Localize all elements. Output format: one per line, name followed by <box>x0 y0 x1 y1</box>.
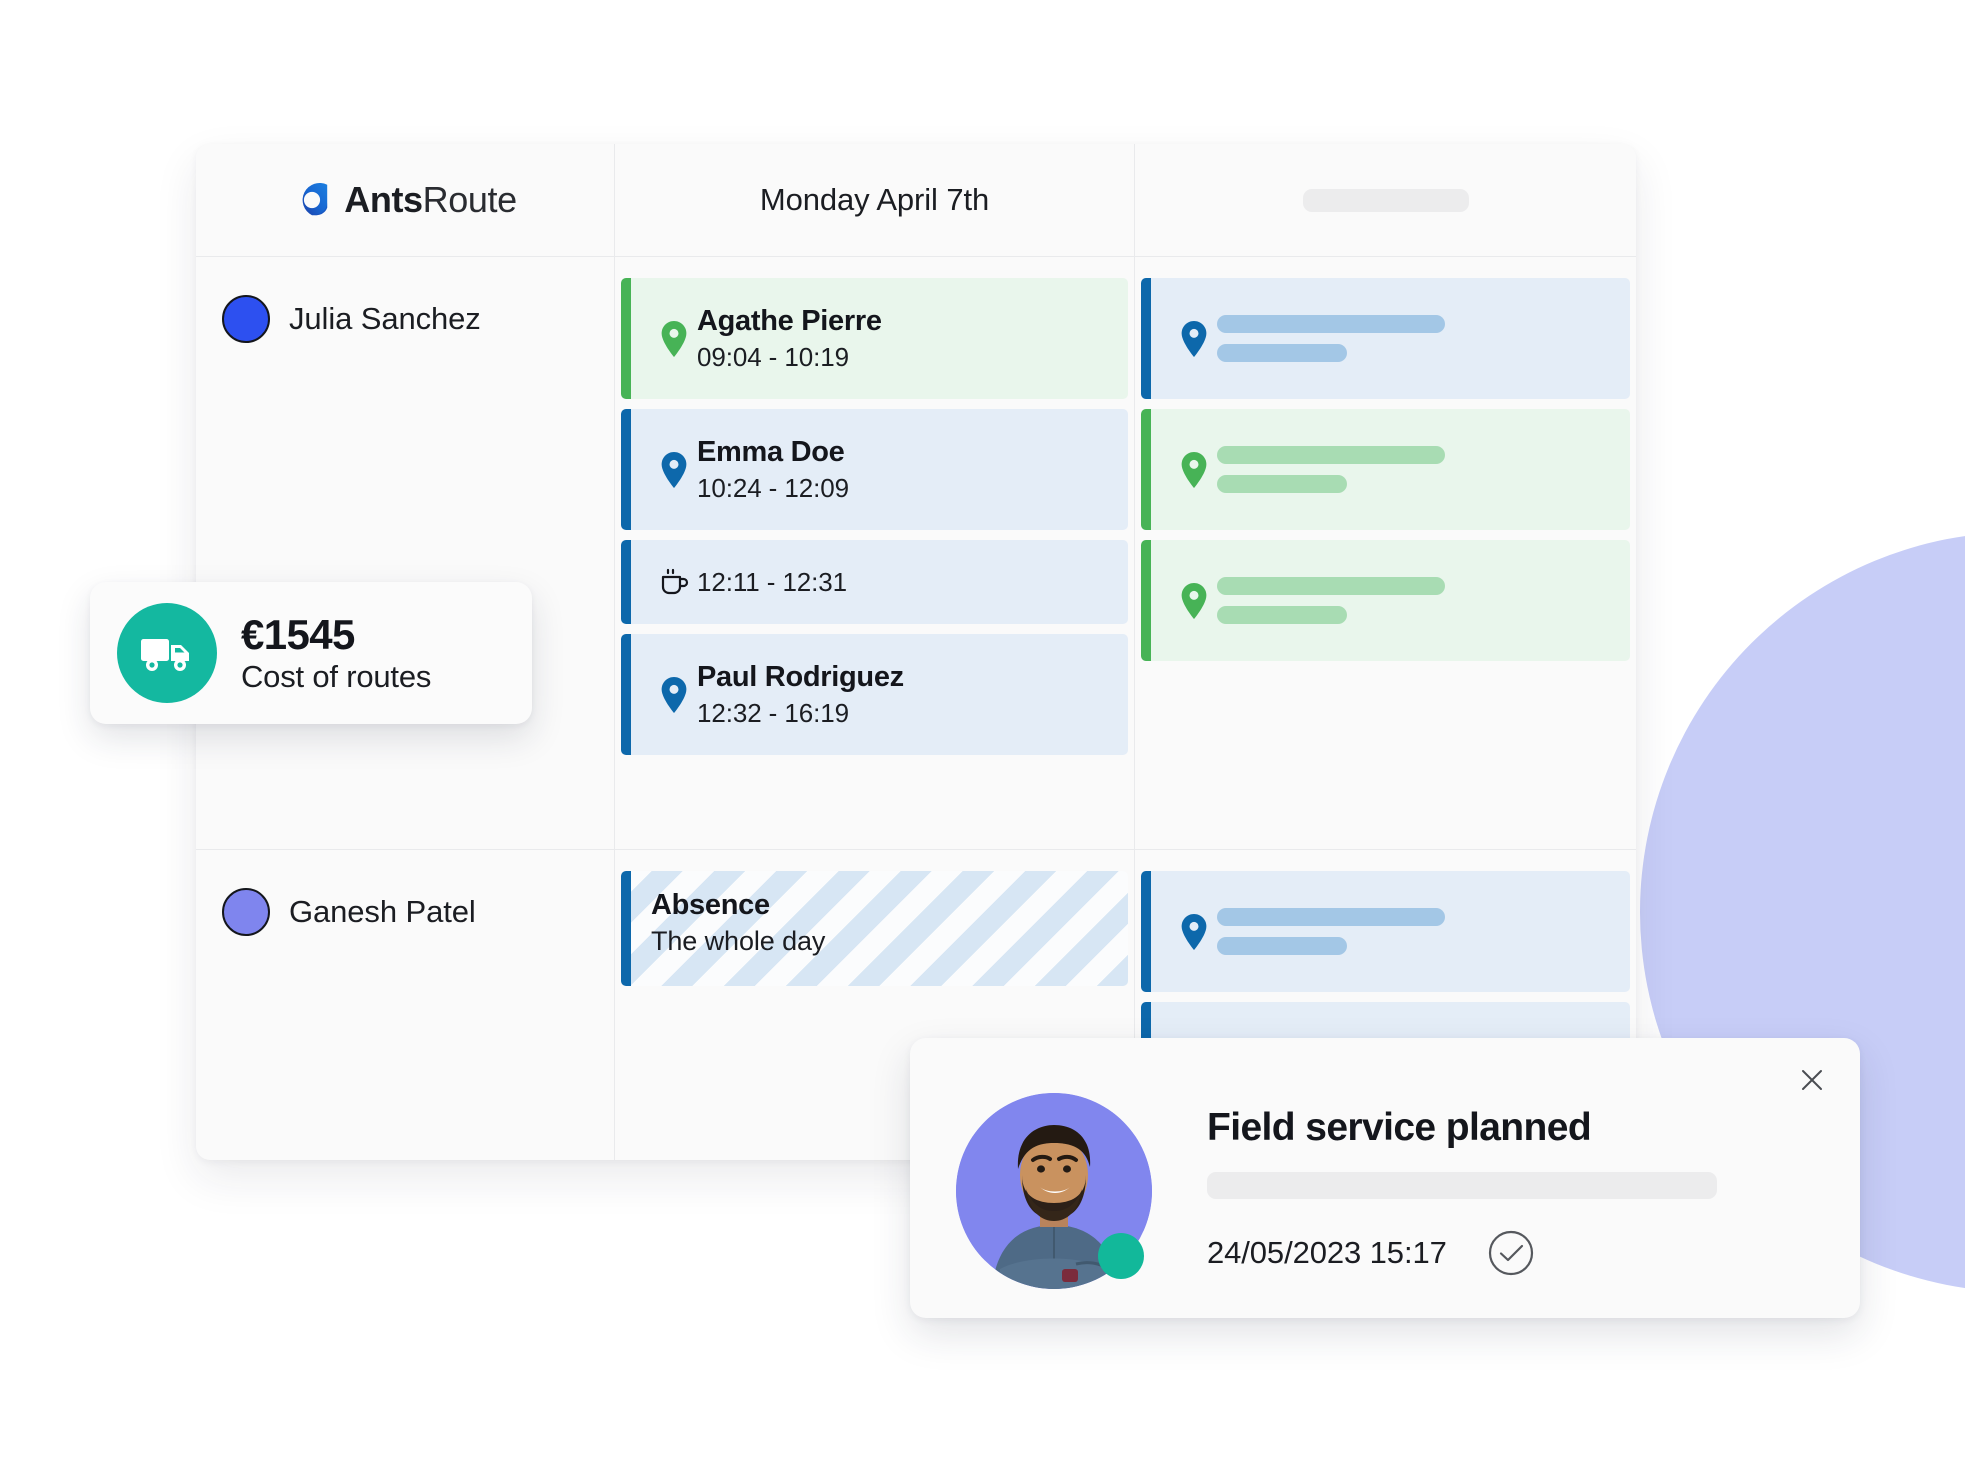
appointment-accent-bar <box>621 409 631 530</box>
cost-of-routes-text: €1545 Cost of routes <box>241 612 431 695</box>
resource-color-dot <box>222 888 270 936</box>
absence-accent-bar <box>621 871 631 986</box>
resource-name: Julia Sanchez <box>289 293 481 345</box>
map-pin-icon <box>1171 452 1217 488</box>
resource-row: Julia Sanchez Agathe Pierre <box>196 257 1636 850</box>
map-pin-icon <box>651 321 697 357</box>
appointment-card[interactable]: Emma Doe 10:24 - 12:09 <box>621 409 1128 530</box>
brand-logo[interactable]: AntsRoute <box>293 179 516 221</box>
absence-card[interactable]: Absence The whole day <box>621 871 1128 986</box>
appointment-card-placeholder[interactable] <box>1141 871 1630 992</box>
appointment-card[interactable]: Paul Rodriguez 12:32 - 16:19 <box>621 634 1128 755</box>
notification-title: Field service planned <box>1207 1106 1800 1150</box>
map-pin-icon <box>1171 583 1217 619</box>
appointment-details: Emma Doe 10:24 - 12:09 <box>697 436 1128 504</box>
placeholder-line <box>1217 908 1445 926</box>
brand-header-cell: AntsRoute <box>196 144 615 256</box>
appointment-card-placeholder[interactable] <box>1141 409 1630 530</box>
next-day-header-cell[interactable] <box>1135 144 1636 256</box>
close-icon[interactable] <box>1792 1060 1832 1100</box>
placeholder-line <box>1217 475 1347 493</box>
appointment-accent-bar <box>1141 278 1151 399</box>
antsroute-droplet-logo-icon <box>293 181 331 219</box>
coffee-cup-icon <box>651 566 697 598</box>
appointment-timerange: 12:32 - 16:19 <box>697 698 1114 729</box>
appointment-timerange: 09:04 - 10:19 <box>697 342 1114 373</box>
notification-timestamp: 24/05/2023 15:17 <box>1207 1235 1447 1271</box>
resource-name-cell[interactable]: Julia Sanchez <box>196 257 615 849</box>
appointment-details: Agathe Pierre 09:04 - 10:19 <box>697 305 1128 373</box>
map-pin-icon <box>1171 321 1217 357</box>
appointment-card[interactable]: Agathe Pierre 09:04 - 10:19 <box>621 278 1128 399</box>
absence-subtitle: The whole day <box>651 926 1128 957</box>
placeholder-line <box>1217 577 1445 595</box>
placeholder-line <box>1217 446 1445 464</box>
cost-amount: €1545 <box>241 612 431 657</box>
current-date-label: Monday April 7th <box>760 182 989 218</box>
appointment-accent-bar <box>621 278 631 399</box>
placeholder-line <box>1217 937 1347 955</box>
notification-content-row: Field service planned 24/05/2023 15:17 <box>910 1038 1860 1318</box>
map-pin-icon <box>651 677 697 713</box>
map-pin-icon <box>1171 914 1217 950</box>
delivery-truck-icon <box>117 603 217 703</box>
notification-popup: Field service planned 24/05/2023 15:17 <box>910 1038 1860 1318</box>
break-card[interactable]: 12:11 - 12:31 <box>621 540 1128 624</box>
appointment-accent-bar <box>1141 409 1151 530</box>
check-circle-icon[interactable] <box>1487 1229 1535 1277</box>
brand-name-light: Route <box>423 179 517 220</box>
map-pin-icon <box>651 452 697 488</box>
appointment-placeholder-lines <box>1217 446 1445 493</box>
notification-meta-row: 24/05/2023 15:17 <box>1207 1229 1800 1277</box>
absence-title: Absence <box>651 889 1128 922</box>
appointment-timerange: 10:24 - 12:09 <box>697 473 1114 504</box>
appointment-customer-name: Paul Rodriguez <box>697 661 1114 694</box>
placeholder-line <box>1217 315 1445 333</box>
placeholder-line <box>1217 344 1347 362</box>
resource-name: Ganesh Patel <box>289 886 476 938</box>
panel-header: AntsRoute Monday April 7th <box>196 144 1636 257</box>
appointment-accent-bar <box>621 634 631 755</box>
break-timerange: 12:11 - 12:31 <box>697 567 1114 598</box>
placeholder-line <box>1217 606 1347 624</box>
brand-name-bold: Ants <box>344 179 422 220</box>
notification-placeholder-bar <box>1207 1172 1717 1199</box>
break-accent-bar <box>621 540 631 624</box>
header-placeholder-bar <box>1303 189 1469 212</box>
cost-label: Cost of routes <box>241 659 431 695</box>
appointment-card-placeholder[interactable] <box>1141 278 1630 399</box>
avatar-online-status-dot <box>1098 1233 1144 1279</box>
appointment-placeholder-lines <box>1217 315 1445 362</box>
appointment-accent-bar <box>1141 871 1151 992</box>
timeline-column-day2 <box>1135 257 1636 849</box>
appointment-placeholder-lines <box>1217 577 1445 624</box>
appointment-accent-bar <box>1141 540 1151 661</box>
date-header-cell[interactable]: Monday April 7th <box>615 144 1135 256</box>
appointment-customer-name: Agathe Pierre <box>697 305 1114 338</box>
appointment-card-placeholder[interactable] <box>1141 540 1630 661</box>
appointment-details: Paul Rodriguez 12:32 - 16:19 <box>697 661 1128 729</box>
notification-body: Field service planned 24/05/2023 15:17 <box>1207 1106 1860 1277</box>
resource-color-dot <box>222 295 270 343</box>
timeline-column-day1: Agathe Pierre 09:04 - 10:19 <box>615 257 1135 849</box>
avatar <box>956 1093 1152 1289</box>
screenshot-root: AntsRoute Monday April 7th Julia Sanchez <box>0 0 1965 1474</box>
resource-name-cell[interactable]: Ganesh Patel <box>196 850 615 1160</box>
brand-name: AntsRoute <box>344 179 516 221</box>
appointment-customer-name: Emma Doe <box>697 436 1114 469</box>
break-details: 12:11 - 12:31 <box>697 567 1128 598</box>
cost-of-routes-card[interactable]: €1545 Cost of routes <box>90 582 532 724</box>
appointment-placeholder-lines <box>1217 908 1445 955</box>
